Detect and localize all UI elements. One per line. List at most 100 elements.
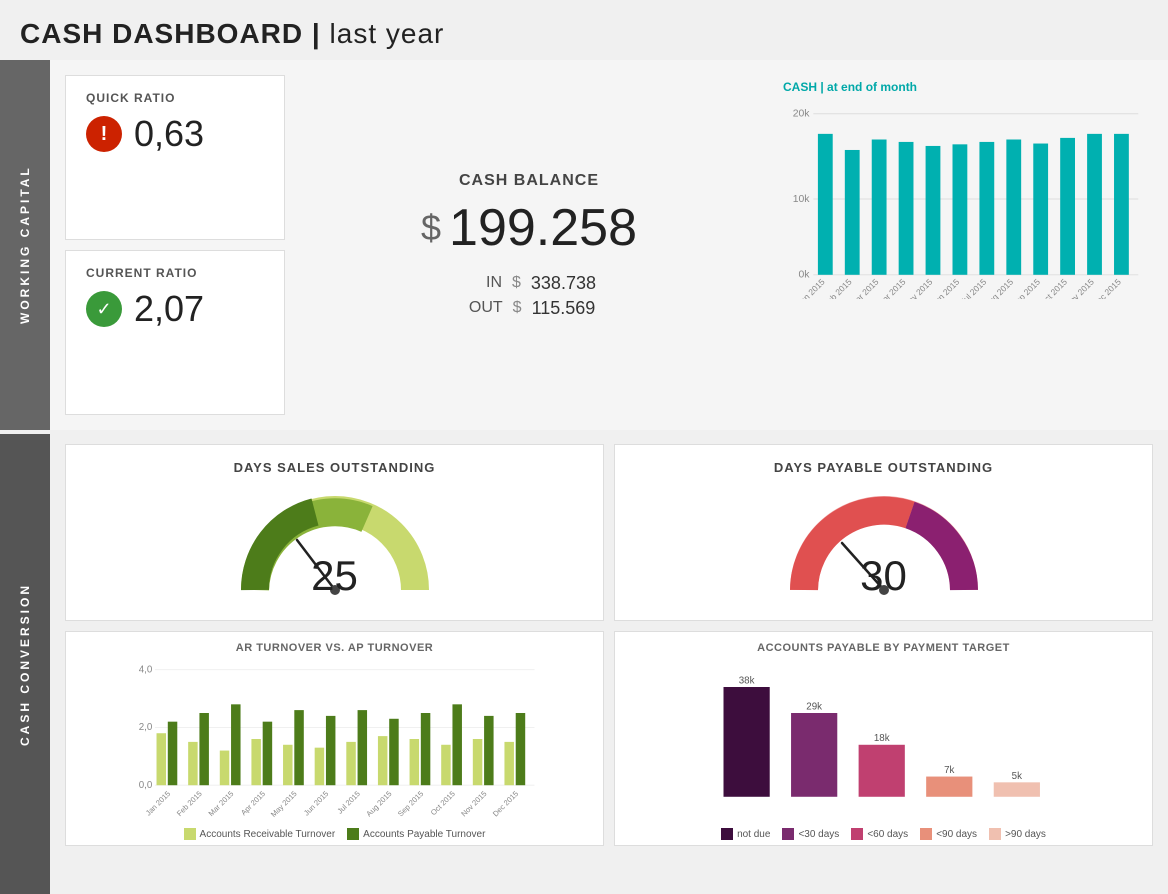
svg-text:0k: 0k: [799, 270, 811, 281]
cash-conversion-sidebar: CASH CONVERSION: [0, 434, 50, 894]
dso-value: 25: [311, 552, 358, 600]
ap-payment-legend-item: <90 days: [920, 828, 977, 840]
cash-bar-chart-svg: 20k 10k 0k Jan 2015Feb 2015Mar 2015Apr 2…: [783, 99, 1143, 299]
dpo-value: 30: [860, 552, 907, 600]
cash-bar-chart: 20k 10k 0k Jan 2015Feb 2015Mar 2015Apr 2…: [783, 99, 1143, 299]
cash-balance-currency: $: [421, 207, 441, 249]
dso-title: DAYS SALES OUTSTANDING: [234, 460, 436, 475]
svg-text:Aug 2015: Aug 2015: [982, 277, 1015, 299]
svg-text:4,0: 4,0: [139, 664, 153, 675]
ar-ap-chart-svg: 4,0 2,0 0,0 Jan 2015Feb 2015Mar 2015Apr …: [81, 659, 588, 819]
quick-ratio-value: 0,63: [134, 113, 204, 155]
ap-legend-label-0: not due: [737, 829, 770, 840]
ap-legend-color-2: [851, 828, 863, 840]
svg-text:Jan 2015: Jan 2015: [144, 789, 172, 817]
ar-ap-legend: Accounts Receivable Turnover Accounts Pa…: [81, 828, 588, 840]
svg-text:Nov 2015: Nov 2015: [459, 789, 488, 818]
svg-text:20k: 20k: [793, 109, 811, 120]
svg-text:10k: 10k: [793, 194, 811, 205]
current-ratio-value-row: ✓ 2,07: [86, 288, 264, 330]
svg-text:Jun 2015: Jun 2015: [302, 789, 330, 817]
svg-text:38k: 38k: [739, 675, 755, 686]
dso-gauge: 25: [235, 485, 435, 605]
svg-text:2,0: 2,0: [139, 722, 153, 733]
quick-ratio-card: QUICK RATIO ! 0,63: [65, 75, 285, 240]
cash-out-value: 115.569: [532, 298, 596, 319]
ap-legend-label-3: <90 days: [936, 829, 977, 840]
page-title: CASH DASHBOARD | last year: [0, 0, 1168, 60]
current-ratio-label: CURRENT RATIO: [86, 266, 264, 280]
ap-payment-legend-item: <60 days: [851, 828, 908, 840]
svg-text:Apr 2015: Apr 2015: [876, 277, 908, 299]
cash-in-currency: $: [512, 274, 521, 292]
ap-legend-label-4: >90 days: [1005, 829, 1046, 840]
ar-legend-label: Accounts Receivable Turnover: [200, 829, 336, 840]
ap-payment-legend: not due <30 days <60 days <90 days >90 days: [630, 828, 1137, 840]
ar-legend-color: [184, 828, 196, 840]
cash-in-row: IN $ 338.738: [462, 273, 596, 294]
svg-text:Mar 2015: Mar 2015: [207, 789, 236, 818]
quick-ratio-label: QUICK RATIO: [86, 91, 264, 105]
svg-text:Jun 2015: Jun 2015: [929, 277, 961, 299]
current-ratio-value: 2,07: [134, 288, 204, 330]
current-ratio-check-icon: ✓: [86, 291, 122, 327]
ap-legend-color-1: [782, 828, 794, 840]
working-capital-section: WORKING CAPITAL QUICK RATIO ! 0,63 CURRE…: [0, 60, 1168, 430]
current-ratio-card: CURRENT RATIO ✓ 2,07: [65, 250, 285, 415]
quick-ratio-value-row: ! 0,63: [86, 113, 264, 155]
dpo-title: DAYS PAYABLE OUTSTANDING: [774, 460, 993, 475]
svg-text:Apr 2015: Apr 2015: [239, 789, 267, 817]
svg-text:5k: 5k: [1012, 771, 1022, 782]
svg-text:Oct 2015: Oct 2015: [1037, 277, 1069, 299]
svg-text:Feb 2015: Feb 2015: [175, 789, 204, 818]
svg-text:29k: 29k: [806, 701, 822, 712]
dpo-gauge: 30: [784, 485, 984, 605]
dso-panel: DAYS SALES OUTSTANDING: [65, 444, 604, 621]
working-capital-content: QUICK RATIO ! 0,63 CURRENT RATIO ✓ 2,07: [50, 60, 1168, 430]
working-capital-sidebar: WORKING CAPITAL: [0, 60, 50, 430]
svg-text:Jul 2015: Jul 2015: [335, 789, 362, 816]
ar-legend-item: Accounts Receivable Turnover: [184, 828, 336, 840]
ap-legend-label: Accounts Payable Turnover: [363, 829, 485, 840]
ap-legend-color: [347, 828, 359, 840]
ap-legend-item: Accounts Payable Turnover: [347, 828, 485, 840]
cash-out-currency: $: [513, 299, 522, 317]
svg-text:Sep 2015: Sep 2015: [396, 789, 425, 818]
ap-payment-legend-item: >90 days: [989, 828, 1046, 840]
cash-out-label: OUT: [463, 299, 503, 317]
gauges-row: DAYS SALES OUTSTANDING: [65, 444, 1153, 621]
svg-text:Mar 2015: Mar 2015: [848, 277, 881, 299]
svg-text:May 2015: May 2015: [901, 277, 935, 299]
ap-legend-color-4: [989, 828, 1001, 840]
cash-conversion-section: CASH CONVERSION DAYS SALES OUTSTANDING: [0, 434, 1168, 894]
cash-balance-main: $ 199.258: [421, 198, 637, 258]
ap-legend-label-2: <60 days: [867, 829, 908, 840]
ap-legend-color-3: [920, 828, 932, 840]
ap-payment-chart-svg: 38k29k18k7k5k: [630, 659, 1137, 819]
ap-payment-title: ACCOUNTS PAYABLE BY PAYMENT TARGET: [630, 642, 1137, 654]
cash-in-out-section: IN $ 338.738 OUT $ 115.569: [320, 273, 738, 319]
svg-text:Aug 2015: Aug 2015: [364, 789, 393, 818]
cash-balance-title: CASH BALANCE: [459, 172, 599, 190]
svg-text:Oct 2015: Oct 2015: [429, 789, 457, 817]
ar-ap-panel: AR TURNOVER VS. AP TURNOVER 4,0 2,0 0,0 …: [65, 631, 604, 846]
cash-in-label: IN: [462, 274, 502, 292]
svg-text:Nov 2015: Nov 2015: [1063, 277, 1096, 299]
quick-ratio-alert-icon: !: [86, 116, 122, 152]
ap-legend-color-0: [721, 828, 733, 840]
bottom-charts-row: AR TURNOVER VS. AP TURNOVER 4,0 2,0 0,0 …: [65, 631, 1153, 846]
svg-text:Dec 2015: Dec 2015: [491, 789, 520, 818]
cash-chart-title: CASH | at end of month: [783, 80, 1143, 94]
ap-legend-label-1: <30 days: [798, 829, 839, 840]
dpo-panel: DAYS PAYABLE OUTSTANDING: [614, 444, 1153, 621]
cash-balance-panel: CASH BALANCE $ 199.258 IN $ 338.738 OUT …: [300, 75, 758, 415]
cash-out-row: OUT $ 115.569: [463, 298, 596, 319]
svg-text:May 2015: May 2015: [269, 789, 299, 819]
svg-text:18k: 18k: [874, 733, 890, 744]
svg-text:Dec 2015: Dec 2015: [1090, 277, 1123, 299]
svg-text:Feb 2015: Feb 2015: [821, 277, 854, 299]
svg-text:Jul 2015: Jul 2015: [958, 277, 988, 299]
cash-chart-panel: CASH | at end of month 20k 10k 0k Jan 20…: [773, 75, 1153, 415]
cash-in-value: 338.738: [531, 273, 596, 294]
ratios-column: QUICK RATIO ! 0,63 CURRENT RATIO ✓ 2,07: [65, 75, 285, 415]
